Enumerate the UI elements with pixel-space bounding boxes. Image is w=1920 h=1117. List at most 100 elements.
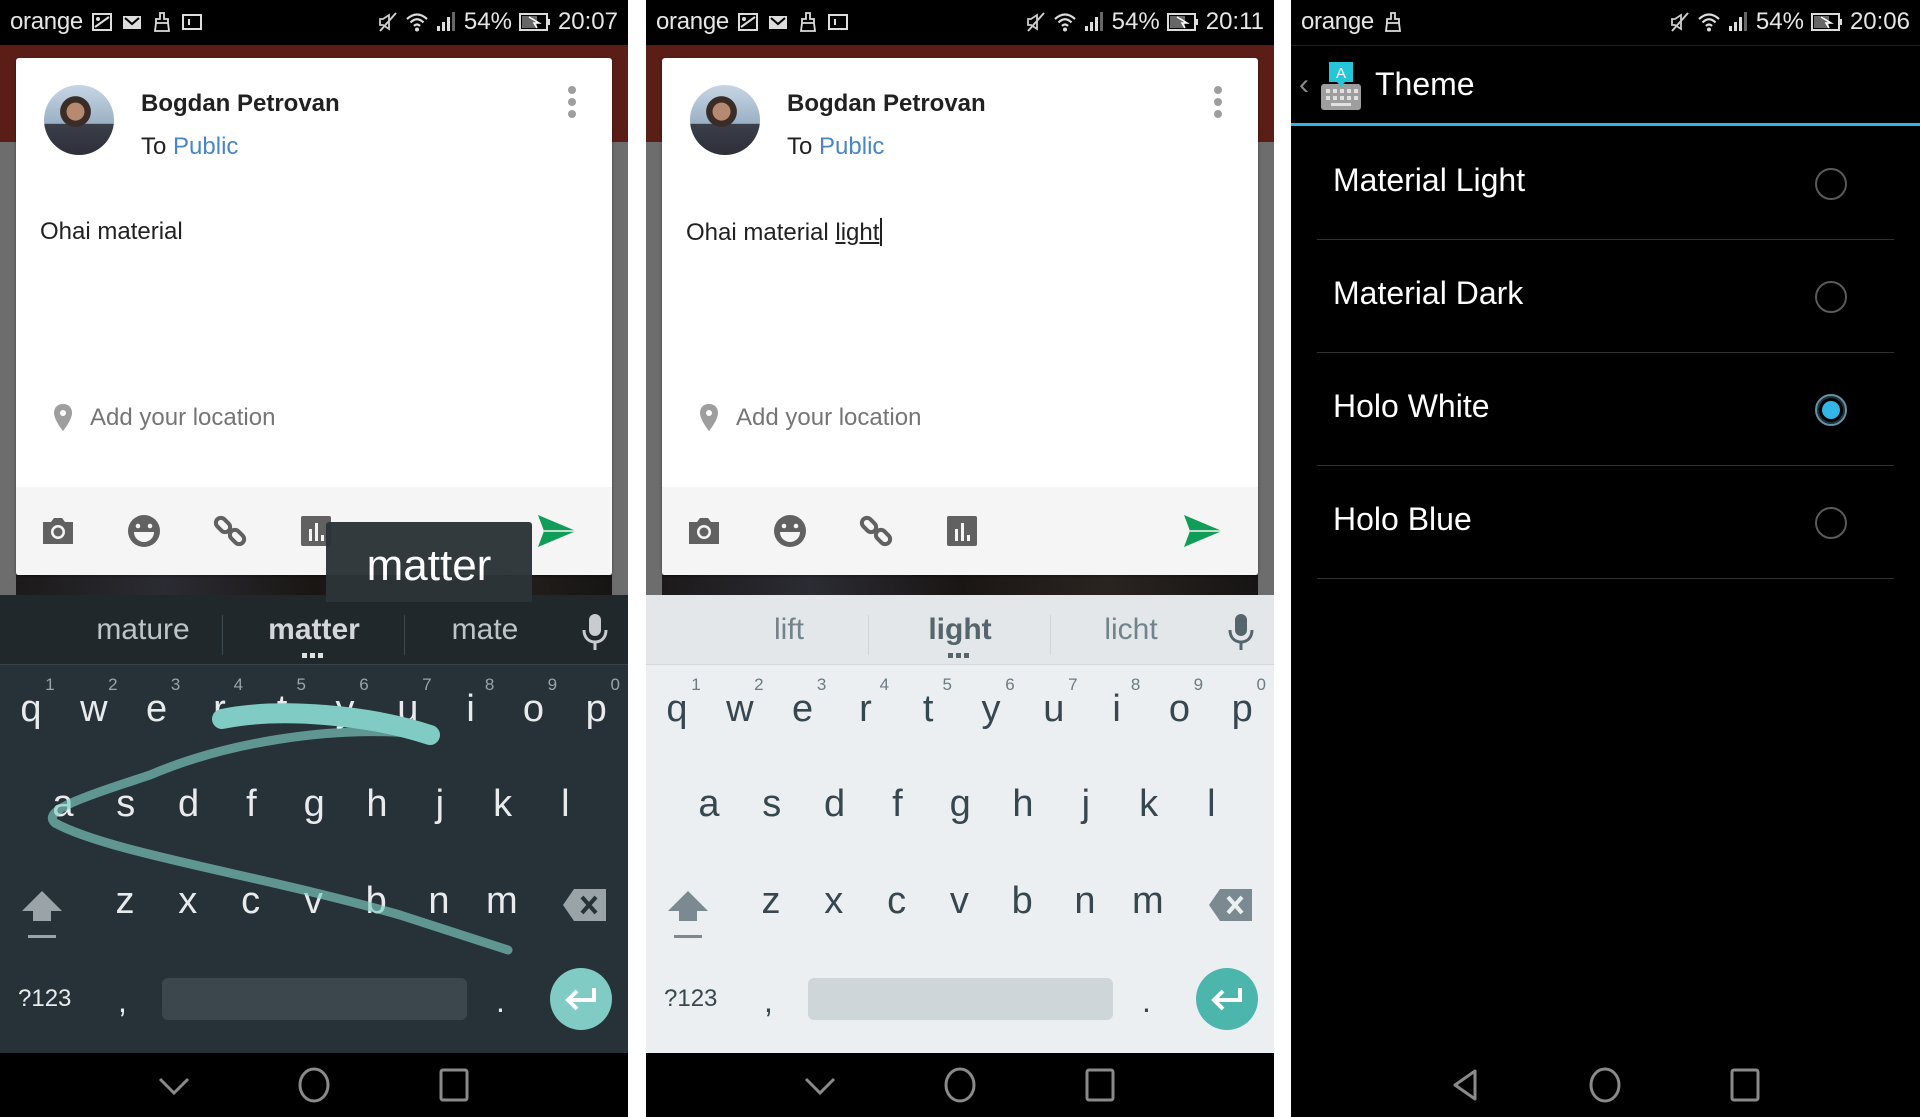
key-n[interactable]: n: [1054, 882, 1116, 920]
key-w[interactable]: w: [709, 690, 771, 728]
key-c[interactable]: c: [220, 882, 282, 920]
key-c[interactable]: c: [866, 882, 928, 920]
key-r[interactable]: r: [834, 690, 896, 728]
home-icon[interactable]: [1585, 1065, 1625, 1105]
key-x[interactable]: x: [803, 882, 865, 920]
hide-keyboard-icon[interactable]: [154, 1065, 194, 1105]
suggestion-center[interactable]: matter: [229, 613, 399, 647]
key-d[interactable]: d: [804, 785, 866, 823]
emoji-icon[interactable]: [122, 509, 166, 553]
home-icon[interactable]: [940, 1065, 980, 1105]
suggestion-left[interactable]: lift: [704, 613, 874, 647]
send-icon[interactable]: [534, 509, 578, 553]
key-h[interactable]: h: [346, 785, 408, 823]
enter-key[interactable]: [550, 968, 612, 1030]
key-l[interactable]: l: [1180, 785, 1242, 823]
key-y[interactable]: y: [960, 690, 1022, 728]
keyboard-app-icon[interactable]: A: [1317, 60, 1365, 112]
key-d[interactable]: d: [158, 785, 220, 823]
home-icon[interactable]: [294, 1065, 334, 1105]
audience-link[interactable]: Public: [173, 133, 238, 160]
space-bar[interactable]: [808, 978, 1113, 1020]
add-location-button[interactable]: Add your location: [52, 403, 275, 433]
key-a[interactable]: a: [32, 785, 94, 823]
suggestion-right[interactable]: mate: [400, 613, 570, 647]
key-v[interactable]: v: [928, 882, 990, 920]
key-e[interactable]: e: [772, 690, 834, 728]
key-k[interactable]: k: [1118, 785, 1180, 823]
key-y[interactable]: y: [314, 690, 376, 728]
microphone-icon[interactable]: [1226, 613, 1256, 651]
post-text-input[interactable]: Ohai material light: [686, 218, 883, 247]
send-icon[interactable]: [1180, 509, 1224, 553]
theme-option-material-light[interactable]: Material Light: [1291, 128, 1920, 240]
symbols-key[interactable]: ?123: [664, 985, 717, 1013]
suggestion-right[interactable]: licht: [1046, 613, 1216, 647]
more-suggestions-indicator[interactable]: [302, 653, 326, 658]
overflow-menu-icon[interactable]: [568, 86, 576, 122]
camera-icon[interactable]: [36, 509, 80, 553]
suggestion-left[interactable]: mature: [58, 613, 228, 647]
microphone-icon[interactable]: [580, 613, 610, 651]
period-key[interactable]: .: [496, 983, 505, 1020]
radio-button[interactable]: [1815, 281, 1847, 313]
key-u[interactable]: u: [1023, 690, 1085, 728]
key-g[interactable]: g: [283, 785, 345, 823]
key-p[interactable]: p: [1211, 690, 1273, 728]
suggestion-center[interactable]: light: [875, 613, 1045, 647]
shift-key[interactable]: [664, 885, 712, 945]
key-n[interactable]: n: [408, 882, 470, 920]
recents-icon[interactable]: [1080, 1065, 1120, 1105]
key-s[interactable]: s: [95, 785, 157, 823]
key-m[interactable]: m: [1117, 882, 1179, 920]
add-location-button[interactable]: Add your location: [698, 403, 921, 433]
key-q[interactable]: q: [646, 690, 708, 728]
key-q[interactable]: q: [0, 690, 62, 728]
poll-icon[interactable]: [940, 509, 984, 553]
key-z[interactable]: z: [740, 882, 802, 920]
key-w[interactable]: w: [63, 690, 125, 728]
theme-option-material-dark[interactable]: Material Dark: [1291, 241, 1920, 353]
key-o[interactable]: o: [502, 690, 564, 728]
key-s[interactable]: s: [741, 785, 803, 823]
up-navigation-icon[interactable]: ‹: [1299, 68, 1309, 102]
key-t[interactable]: t: [251, 690, 313, 728]
shift-key[interactable]: [18, 885, 66, 945]
link-icon[interactable]: [854, 509, 898, 553]
emoji-icon[interactable]: [768, 509, 812, 553]
key-k[interactable]: k: [472, 785, 534, 823]
key-t[interactable]: t: [897, 690, 959, 728]
key-g[interactable]: g: [929, 785, 991, 823]
key-u[interactable]: u: [377, 690, 439, 728]
key-a[interactable]: a: [678, 785, 740, 823]
key-j[interactable]: j: [409, 785, 471, 823]
symbols-key[interactable]: ?123: [18, 985, 71, 1013]
comma-key[interactable]: ,: [118, 983, 127, 1020]
key-o[interactable]: o: [1148, 690, 1210, 728]
back-icon[interactable]: [1445, 1065, 1485, 1105]
recents-icon[interactable]: [434, 1065, 474, 1105]
key-l[interactable]: l: [534, 785, 596, 823]
overflow-menu-icon[interactable]: [1214, 86, 1222, 122]
camera-icon[interactable]: [682, 509, 726, 553]
more-suggestions-indicator[interactable]: [948, 653, 972, 658]
key-x[interactable]: x: [157, 882, 219, 920]
key-f[interactable]: f: [220, 785, 282, 823]
key-b[interactable]: b: [991, 882, 1053, 920]
key-p[interactable]: p: [565, 690, 627, 728]
enter-key[interactable]: [1196, 968, 1258, 1030]
recents-icon[interactable]: [1725, 1065, 1765, 1105]
key-r[interactable]: r: [188, 690, 250, 728]
link-icon[interactable]: [208, 509, 252, 553]
radio-button-selected[interactable]: [1815, 394, 1847, 426]
key-i[interactable]: i: [440, 690, 502, 728]
key-j[interactable]: j: [1055, 785, 1117, 823]
comma-key[interactable]: ,: [764, 983, 773, 1020]
key-f[interactable]: f: [866, 785, 928, 823]
backspace-key[interactable]: [562, 887, 608, 923]
period-key[interactable]: .: [1142, 983, 1151, 1020]
radio-button[interactable]: [1815, 507, 1847, 539]
space-bar[interactable]: [162, 978, 467, 1020]
hide-keyboard-icon[interactable]: [800, 1065, 840, 1105]
post-text-input[interactable]: Ohai material: [40, 218, 183, 246]
